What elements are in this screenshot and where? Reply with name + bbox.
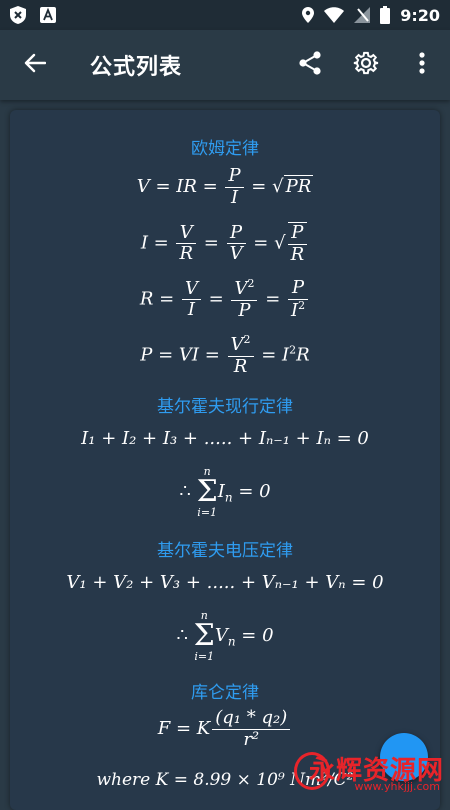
denominator: I [230,186,239,208]
section-title-coulomb: 库仑定律 [191,683,259,703]
more-options-button[interactable] [394,30,450,100]
more-vert-icon [419,52,425,78]
numerator: V [176,222,197,245]
fraction: V2 R [227,333,254,377]
subscript: n [224,490,233,505]
denominator: P [238,299,251,321]
formula-text: = 0 [235,625,274,646]
numerator: P [287,222,308,245]
formula-text: R [296,344,310,366]
formula-text: I [217,481,225,502]
formula-ohm-3: R = VI = V2 P = P I2 [10,277,440,322]
formula-text: = 0 [232,481,271,502]
watermark: 永辉资源网 www.yhkjjj.com [294,746,444,796]
exponent: 2 [243,333,251,346]
base: V [230,334,244,355]
therefore-symbol: ∴ [176,625,188,646]
denominator: V [229,243,243,265]
location-icon [302,7,315,23]
formula-text: = [198,232,225,254]
settings-button[interactable] [338,30,394,100]
app-bar: 公式列表 [0,30,450,100]
denominator: R [233,355,248,377]
radicand: PR [283,175,314,198]
clock-time: 9:20 [400,5,440,25]
sigma-symbol: Σ [196,474,218,509]
formula-text: = [259,288,286,310]
numerator: V [181,278,201,301]
denominator: I [187,299,195,321]
formula-coulomb-1: F = K (q₁ * q₂) r² [10,707,440,750]
formula-card: 欧姆定律 V = IR = PI = √ PR I = VR = PV = √ P R… [10,110,440,810]
section-title-ohm: 欧姆定律 [191,139,259,159]
formula-text: = [202,288,230,310]
font-app-icon [40,7,56,23]
formula-kcl-2: ∴ n Σi=1 In = 0 [10,466,440,518]
fraction: VR [176,222,197,265]
section-title-kcl: 基尔霍夫现行定律 [157,397,293,417]
fraction: (q₁ * q₂) r² [212,707,291,750]
denominator: I2 [288,298,308,322]
formula-ohm-2: I = VR = PV = √ P R [10,222,440,265]
subscript: n [227,634,236,649]
shield-icon [10,6,26,24]
back-button[interactable] [0,30,70,100]
therefore-symbol: ∴ [179,481,191,502]
section-title-kvl: 基尔霍夫电压定律 [157,541,293,561]
lower-limit: i=1 [194,650,215,663]
numerator: (q₁ * q₂) [212,707,291,730]
denominator: r² [243,728,260,750]
page-title: 公式列表 [90,55,183,80]
exponent: 2 [247,277,255,290]
formula-text: = √ [245,176,284,198]
sigma-symbol: Σ [193,618,215,653]
formula-ohm-4: P = VI = V2 R = I2R [10,333,440,377]
summation: n Σi=1 [194,610,215,662]
formula-text: = I [255,344,290,366]
radicand-fraction: PR [287,222,308,265]
fraction: PV [226,222,246,265]
exponent: 2 [298,298,306,312]
formula-text: R = [139,288,180,310]
status-bar: 9:20 [0,0,450,30]
signal-off-icon [354,7,371,23]
share-icon [297,50,323,80]
formula-text: V = IR = [136,176,224,198]
formula-kvl-2: ∴ n Σi=1 Vn = 0 [10,610,440,662]
numerator: P [288,277,309,300]
numerator: V2 [231,277,258,301]
formula-kvl-1: V₁ + V₂ + V₃ + ..... + Vₙ₋₁ + Vₙ = 0 [66,572,384,593]
denominator: R [290,243,305,265]
base: V [234,278,248,299]
summation: n Σi=1 [197,466,218,518]
fraction: VI [181,278,201,321]
gear-icon [353,50,379,80]
fraction: PI [225,165,244,208]
share-button[interactable] [282,30,338,100]
fraction: V2 P [231,277,258,321]
watermark-url: www.yhkjjj.com [354,780,441,793]
fraction: P I2 [288,277,309,322]
denominator: R [179,243,194,265]
lower-limit: i=1 [197,506,218,519]
wifi-icon [324,7,345,23]
numerator: P [225,165,244,188]
battery-icon [380,6,391,24]
formula-text: P = VI = [140,344,226,366]
formula-text: = √ [247,232,286,254]
formula-kcl-1: I₁ + I₂ + I₃ + ..... + Iₙ₋₁ + Iₙ = 0 [81,428,369,449]
numerator: P [226,222,246,245]
arrow-back-icon [24,53,47,77]
numerator: V2 [227,333,254,357]
formula-ohm-1: V = IR = PI = √ PR [10,165,440,208]
formula-text: V [214,625,228,646]
formula-text: I = [140,232,175,254]
formula-text: F = K [157,718,211,740]
